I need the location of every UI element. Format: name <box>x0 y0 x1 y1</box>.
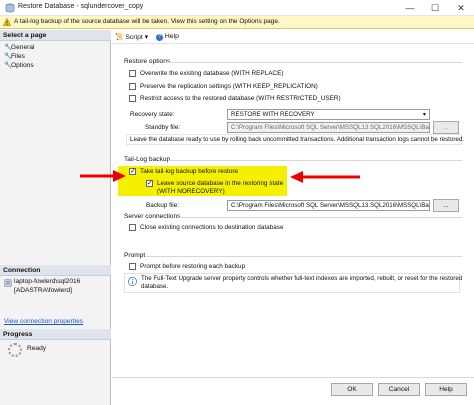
tail-log-title: Tail-Log backup <box>124 156 171 163</box>
restore-options-title: Restore options <box>124 58 171 65</box>
close-connections-checkbox[interactable] <box>129 224 136 231</box>
divider <box>146 256 462 257</box>
leave-restoring-label-1: Leave source database in the restoring s… <box>157 180 284 187</box>
server-icon <box>4 279 12 287</box>
overwrite-checkbox[interactable] <box>129 70 136 77</box>
info-text-1: The Full-Text Upgrade server property co… <box>141 275 463 282</box>
database-icon <box>5 3 15 13</box>
page-general[interactable]: 🔧General <box>4 43 34 51</box>
cancel-button[interactable]: Cancel <box>378 383 420 396</box>
recovery-state-value: RESTORE WITH RECOVERY <box>231 111 315 118</box>
take-tail-log-label: Take tail-log backup before restore <box>140 168 239 175</box>
wrench-icon: 🔧 <box>4 44 13 51</box>
recovery-state-label: Recovery state: <box>130 111 175 118</box>
wrench-icon: 🔧 <box>4 53 13 60</box>
keep-replication-checkbox[interactable] <box>129 83 136 90</box>
left-arrow-icon <box>80 170 126 182</box>
connection-user: [ADASTRA\fowlerd] <box>14 287 72 294</box>
leave-restoring-checkbox[interactable] <box>146 179 153 187</box>
chevron-down-icon: ▾ <box>422 111 426 118</box>
standby-field[interactable]: C:\Program Files\Microsoft SQL Server\MS… <box>227 122 430 133</box>
server-connections-title: Server connections <box>124 213 181 220</box>
script-button[interactable]: 📜 Script ▾ <box>115 33 148 41</box>
window-title: Restore Database - sqlundercover_copy <box>18 3 144 10</box>
script-icon: 📜 <box>115 34 124 41</box>
maximize-button[interactable]: ☐ <box>423 0 447 16</box>
prompt-title: Prompt <box>124 252 146 259</box>
help-icon: ? <box>156 34 163 41</box>
help-button[interactable]: Help <box>425 383 467 396</box>
info-icon <box>128 277 137 286</box>
progress-spinner-icon <box>8 343 22 357</box>
restricted-user-checkbox[interactable] <box>129 95 136 102</box>
standby-label: Standby file: <box>145 124 181 131</box>
help-toolbar-button[interactable]: ? Help <box>156 33 179 41</box>
prompt-checkbox[interactable] <box>129 263 136 270</box>
page-general-label: General <box>11 44 35 51</box>
progress-header: Progress <box>0 329 111 340</box>
connection-server: laptop-fowlerd\sql2016 <box>14 278 81 285</box>
divider <box>168 160 462 161</box>
close-connections-label: Close existing connections to destinatio… <box>140 224 284 231</box>
right-arrow-icon <box>290 171 360 183</box>
overwrite-label: Overwrite the existing database (WITH RE… <box>140 70 284 77</box>
minimize-button[interactable]: — <box>398 0 422 16</box>
recovery-note: Leave the database ready to use by rolli… <box>130 136 464 143</box>
chevron-down-icon[interactable]: ▾ <box>145 34 148 41</box>
page-files-label: Files <box>11 53 25 60</box>
view-connection-link[interactable]: View connection properties <box>4 318 83 325</box>
help-label: Help <box>164 33 179 40</box>
divider <box>112 377 474 378</box>
warning-text: A tail-log backup of the source database… <box>14 18 280 25</box>
leave-restoring-label-2: (WITH NORECOVERY) <box>157 188 225 195</box>
standby-browse-button[interactable]: ... <box>433 121 459 134</box>
backup-file-browse-button[interactable]: ... <box>433 199 459 212</box>
page-options[interactable]: 🔧Options <box>4 61 34 69</box>
divider <box>178 217 462 218</box>
prompt-label: Prompt before restoring each backup <box>140 263 246 270</box>
page-files[interactable]: 🔧Files <box>4 52 25 60</box>
ok-button[interactable]: OK <box>331 383 373 396</box>
page-options-label: Options <box>11 62 34 69</box>
title-bar: Restore Database - sqlundercover_copy — … <box>0 0 474 16</box>
close-button[interactable]: ✕ <box>449 0 473 16</box>
recovery-state-select[interactable]: RESTORE WITH RECOVERY ▾ <box>227 109 430 120</box>
toolbar: 📜 Script ▾ ? Help <box>112 30 474 44</box>
warning-bar: A tail-log backup of the source database… <box>0 16 474 29</box>
restricted-user-label: Restrict access to the restored database… <box>140 95 341 102</box>
backup-file-label: Backup file: <box>146 202 180 209</box>
take-tail-log-checkbox[interactable] <box>129 167 136 175</box>
script-label: Script <box>125 34 143 41</box>
divider <box>166 62 462 63</box>
connection-header: Connection <box>0 265 111 276</box>
info-text-2: database. <box>141 283 169 290</box>
backup-file-field[interactable]: C:\Program Files\Microsoft SQL Server\MS… <box>227 200 430 211</box>
progress-status: Ready <box>27 345 47 352</box>
keep-replication-label: Preserve the replication settings (WITH … <box>140 83 318 90</box>
wrench-icon: 🔧 <box>4 62 13 69</box>
select-page-header: Select a page <box>0 30 111 41</box>
warning-icon <box>3 18 11 26</box>
